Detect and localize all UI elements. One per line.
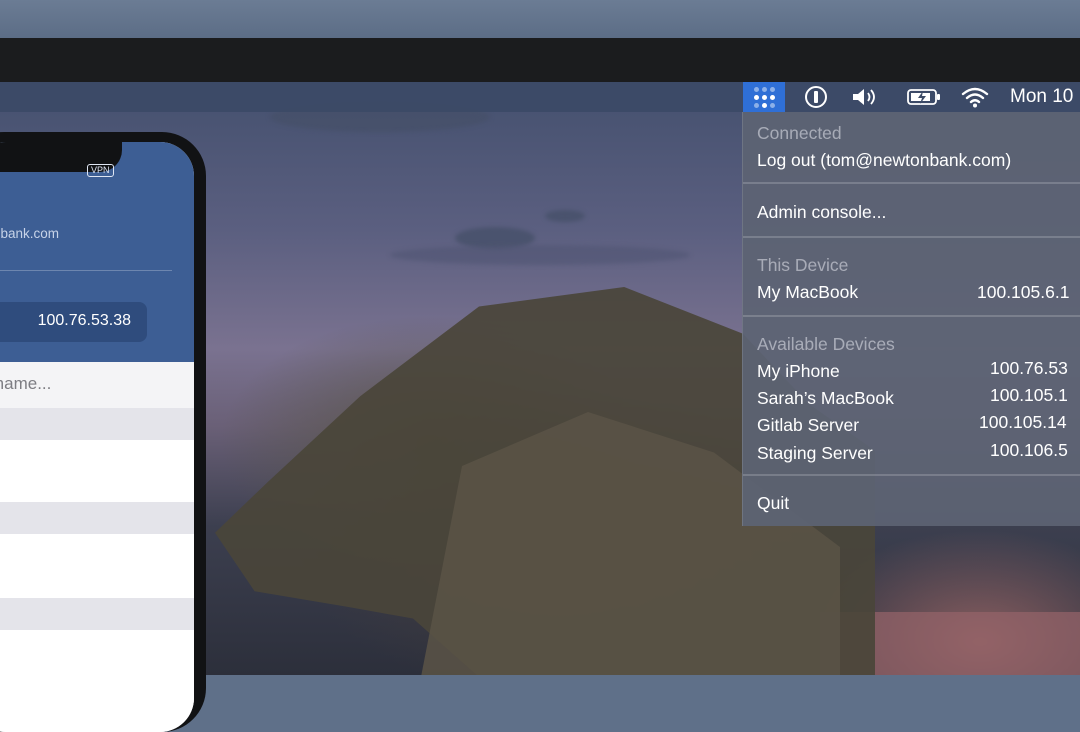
list-item[interactable] bbox=[0, 630, 194, 732]
device-name: My iPhone bbox=[757, 361, 840, 381]
menu-separator bbox=[743, 315, 1080, 317]
device-item[interactable]: Sarah’s MacBook 100.105.1 bbox=[757, 385, 1080, 411]
menu-bar: Mon 10 bbox=[0, 82, 1080, 112]
device-ip: 100.76.53 bbox=[990, 355, 1068, 381]
menu-bar-clock[interactable]: Mon 10 bbox=[1010, 82, 1080, 112]
device-ip: 100.105.14 bbox=[979, 409, 1067, 435]
device-item[interactable]: Gitlab Server 100.105.14 bbox=[757, 412, 1080, 438]
device-item[interactable]: My iPhone 100.76.53 bbox=[757, 358, 1080, 384]
phone-search-field[interactable]: ostname... bbox=[0, 362, 194, 408]
phone-divider bbox=[0, 270, 172, 271]
menu-separator bbox=[743, 182, 1080, 184]
device-item[interactable]: Staging Server 100.106.5 bbox=[757, 440, 1080, 466]
laptop-bezel bbox=[0, 38, 1080, 82]
vpn-badge: VPN bbox=[87, 164, 114, 177]
menu-separator bbox=[743, 474, 1080, 476]
battery-charging-icon[interactable] bbox=[905, 82, 943, 112]
iphone-frame: VPN cted wtonbank.com 100.76.53.38 ostna… bbox=[0, 132, 206, 732]
device-name: Sarah’s MacBook bbox=[757, 388, 894, 408]
cloud bbox=[390, 245, 690, 265]
quit-menu-item[interactable]: Quit bbox=[757, 490, 1080, 516]
this-device-item[interactable]: My MacBook 100.105.6.1 bbox=[757, 279, 1080, 305]
phone-ip-address: 100.76.53.38 bbox=[38, 312, 131, 330]
device-name: Staging Server bbox=[757, 443, 873, 463]
device-ip: 100.105.6.1 bbox=[977, 279, 1069, 305]
phone-account-email: wtonbank.com bbox=[0, 226, 59, 241]
available-devices-header: Available Devices bbox=[757, 331, 1080, 357]
wifi-icon[interactable] bbox=[957, 82, 993, 112]
tailscale-dropdown-menu: Connected Log out (tom@newtonbank.com) A… bbox=[742, 112, 1080, 526]
device-name: My MacBook bbox=[757, 282, 858, 302]
cloud bbox=[545, 210, 585, 222]
list-item[interactable] bbox=[0, 440, 194, 502]
iphone-screen: VPN cted wtonbank.com 100.76.53.38 ostna… bbox=[0, 142, 194, 732]
section-header bbox=[0, 408, 194, 440]
phone-header: VPN cted wtonbank.com 100.76.53.38 bbox=[0, 142, 194, 362]
device-ip: 100.106.5 bbox=[990, 437, 1068, 463]
1password-icon[interactable] bbox=[800, 82, 832, 112]
section-header bbox=[0, 502, 194, 534]
connected-header: Connected bbox=[757, 120, 1080, 146]
list-item[interactable] bbox=[0, 534, 194, 598]
logout-menu-item[interactable]: Log out (tom@newtonbank.com) bbox=[757, 147, 1080, 173]
this-device-header: This Device bbox=[757, 252, 1080, 278]
top-strip bbox=[0, 0, 1080, 38]
admin-console-menu-item[interactable]: Admin console... bbox=[757, 199, 1080, 225]
tailscale-icon[interactable] bbox=[743, 82, 785, 112]
menu-separator bbox=[743, 236, 1080, 238]
section-header bbox=[0, 598, 194, 630]
phone-ip-box[interactable]: 100.76.53.38 bbox=[0, 302, 147, 342]
device-name: Gitlab Server bbox=[757, 415, 859, 435]
device-ip: 100.105.1 bbox=[990, 382, 1068, 408]
search-placeholder: ostname... bbox=[0, 374, 51, 394]
volume-icon[interactable] bbox=[848, 82, 882, 112]
